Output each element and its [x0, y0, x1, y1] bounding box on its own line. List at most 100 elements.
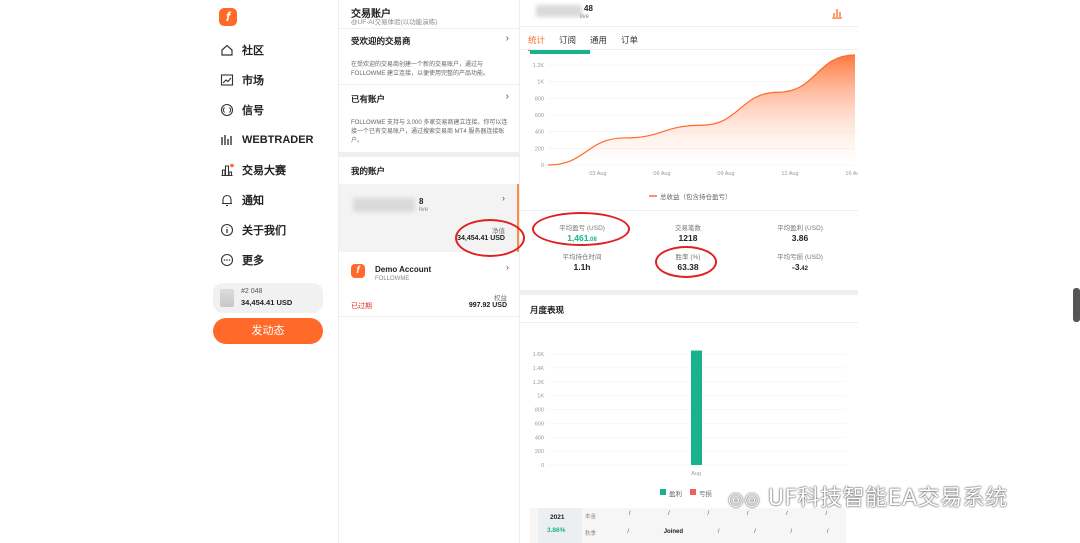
stat-value: 1.1h	[573, 262, 591, 272]
row-label: 秋季	[585, 531, 597, 537]
x-tick-label: 06 Aug	[653, 171, 670, 177]
account-id-suffix: 8	[419, 197, 424, 206]
chevron-right-icon: ›	[506, 262, 509, 272]
nav-item-more[interactable]: 更多	[220, 250, 264, 270]
x-tick-label: 03 Aug	[589, 171, 606, 177]
y-tick-label: 800	[535, 96, 544, 102]
nav-item-market[interactable]: 市场	[220, 70, 264, 90]
detail-account-suffix: 48	[584, 4, 593, 13]
equity-value: 997.92 USD	[468, 302, 507, 309]
y-tick-label: 200	[535, 449, 544, 455]
x-tick-label: 16 Aug	[845, 171, 858, 177]
nav-label: 交易大赛	[242, 165, 286, 177]
account-type: live	[419, 207, 429, 213]
chevron-right-icon: ›	[505, 91, 509, 102]
watermark-text: ◎◎ UF科技智能EA交易系统	[728, 486, 1008, 511]
y-tick-label: 600	[535, 113, 544, 119]
y-tick-label: 1.4K	[533, 366, 545, 372]
nav-label: 社区	[242, 45, 264, 57]
nav-item-webtrader[interactable]: WEBTRADER	[220, 130, 314, 150]
annotation-circle	[532, 212, 630, 246]
legend-loss: 亏损	[699, 491, 712, 498]
chart-icon	[220, 74, 234, 86]
expired-status: 已过期	[351, 303, 372, 310]
account-panel: 交易账户 @UF-AI交易体验(以功能演练) 受欢迎的交易商 › 在受欢迎的交易…	[338, 0, 525, 543]
x-tick-label: 12 Aug	[781, 171, 798, 177]
popular-brokers-heading: 受欢迎的交易商	[351, 36, 411, 46]
y-tick-label: 1K	[537, 394, 544, 400]
account-item-selected[interactable]: 8 live › 净值 34,454.41 USD	[339, 184, 525, 257]
x-tick-label: Aug	[691, 471, 701, 477]
nav-item-community[interactable]: 社区	[220, 40, 264, 60]
chart-legend: 总收益（包含持仓盈亏）	[660, 194, 732, 201]
wechat-icon: ◎◎	[728, 489, 761, 510]
y-tick-label: 200	[535, 146, 544, 152]
year-percent: 3.86%	[547, 527, 566, 534]
demo-account-name: Demo Account	[375, 265, 432, 274]
row-label: 本金	[585, 514, 597, 520]
top-bar-fragment	[530, 50, 590, 54]
existing-account-heading: 已有账户	[351, 94, 386, 104]
legend-profit-swatch	[660, 489, 666, 495]
blurred-account-id	[536, 5, 582, 17]
nav-label: 通知	[242, 195, 264, 207]
account-detail: 48 live 统计 订阅 通用 订单 1.2K 1K 800 600 400 200 0 0…	[520, 0, 858, 543]
my-accounts-heading: 我的账户	[351, 166, 386, 176]
existing-account-text: FOLLOWME 支持与 3,000 多家交易商建立连接。你可以连接一个已有交易…	[351, 120, 508, 144]
y-tick-label: 400	[535, 130, 544, 136]
popular-brokers-text: 在受欢迎的交易商创建一个新的交易账户，通过与 FOLLOWME 建立连接，以便使…	[351, 62, 490, 77]
nav-label: 市场	[242, 75, 264, 87]
bar-aug-profit	[691, 350, 702, 465]
y-tick-label: 400	[535, 435, 544, 441]
followme-logo-icon: f	[351, 264, 365, 278]
nav-item-contest[interactable]: 交易大赛	[220, 160, 286, 180]
legend-profit: 盈利	[669, 491, 682, 498]
y-tick-label: 0	[541, 163, 544, 169]
y-tick-label: 1.2K	[533, 63, 545, 69]
nav-label: WEBTRADER	[242, 134, 314, 146]
nav-item-signal[interactable]: 信号	[220, 100, 264, 120]
nav-item-about[interactable]: 关于我们	[220, 220, 286, 240]
x-tick-label: 09 Aug	[717, 171, 734, 177]
legend-line-marker	[649, 195, 657, 197]
followme-logo[interactable]: f	[219, 8, 237, 26]
y-tick-label: 1K	[537, 80, 544, 86]
bell-icon	[222, 194, 232, 207]
equity-area-fill	[548, 55, 855, 165]
home-icon	[221, 44, 233, 56]
year-label: 2021	[550, 514, 565, 521]
current-account-card[interactable]: #2 048 34,454.41 USD	[213, 283, 323, 313]
y-tick-label: 800	[535, 408, 544, 414]
chevron-right-icon: ›	[502, 193, 505, 203]
blurred-account-name	[353, 198, 415, 212]
post-button[interactable]: 发动态	[213, 318, 323, 344]
legend-loss-swatch	[690, 489, 696, 495]
equity-label: 权益	[494, 295, 507, 302]
more-icon	[220, 253, 234, 267]
stat-label: 平均盈利 (USD)	[777, 225, 823, 232]
stat-label: 平均持仓时间	[562, 254, 602, 261]
panel-subtitle: @UF-AI交易体验(以功能演练)	[351, 19, 438, 26]
webtrader-icon	[221, 135, 232, 145]
y-tick-label: 600	[535, 421, 544, 427]
info-icon	[220, 223, 234, 237]
nav-item-notifications[interactable]: 通知	[220, 190, 264, 210]
contest-icon	[221, 163, 234, 177]
chevron-right-icon: ›	[505, 33, 509, 44]
stat-value: 3.86	[791, 233, 809, 243]
scrollbar-handle[interactable]	[1073, 288, 1080, 322]
annotation-circle	[455, 219, 525, 257]
left-navigation: f 社区 市场 信号 WEBTRADER 交易大赛 通知 关于我们 更多 #2 …	[205, 0, 338, 543]
account-balance: 34,454.41 USD	[241, 298, 293, 307]
nav-label: 更多	[242, 255, 264, 267]
detail-account-type: live	[580, 14, 590, 20]
stat-label: 交易笔数	[675, 225, 701, 232]
stats-icon[interactable]	[831, 7, 843, 19]
signal-icon	[220, 103, 234, 117]
stat-value: 1218	[678, 233, 698, 243]
y-tick-label: 0	[541, 463, 544, 469]
annotation-circle	[655, 246, 717, 278]
demo-broker: FOLLOWME	[375, 276, 410, 282]
account-avatar	[220, 289, 234, 307]
year-row-2: / Joined / / / /	[627, 529, 829, 535]
